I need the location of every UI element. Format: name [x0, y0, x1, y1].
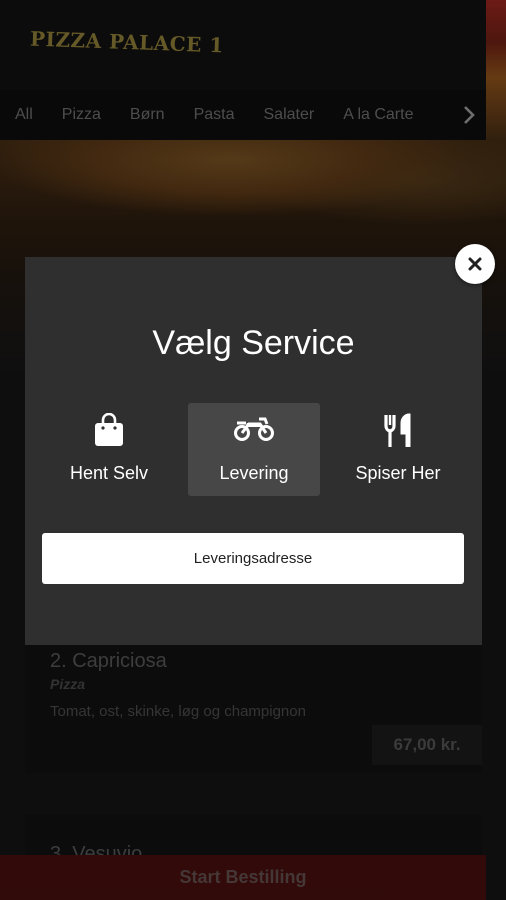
service-option-label: Hent Selv — [69, 463, 149, 483]
close-icon — [468, 257, 482, 271]
motorcycle-icon — [188, 413, 320, 449]
service-option-label: Levering — [219, 463, 289, 483]
service-option-dine-in[interactable]: Spiser Her — [332, 403, 464, 496]
service-modal: Vælg Service Hent Selv Levering Spiser H… — [25, 257, 482, 645]
modal-title: Vælg Service — [152, 324, 355, 362]
service-option-delivery[interactable]: Levering — [188, 403, 320, 496]
shopping-bag-icon — [43, 413, 175, 449]
service-option-pickup[interactable]: Hent Selv — [43, 403, 175, 496]
service-option-label: Spiser Her — [355, 463, 441, 483]
delivery-address-button[interactable]: Leveringsadresse — [42, 533, 464, 584]
fork-knife-icon — [332, 413, 464, 449]
close-modal-button[interactable] — [455, 244, 495, 284]
